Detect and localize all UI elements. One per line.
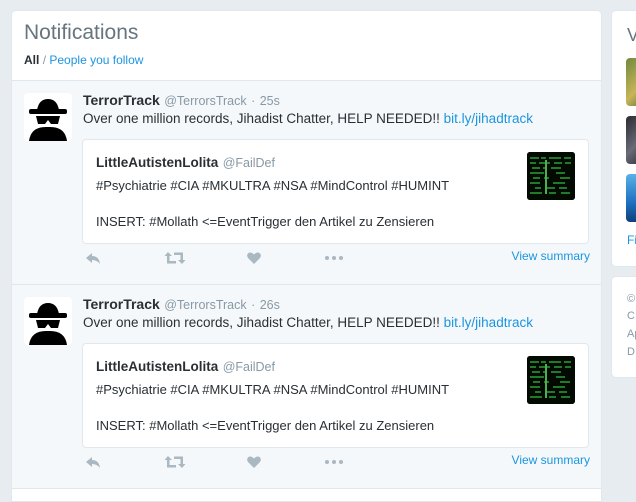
footer-text: © [627, 293, 636, 305]
author-handle[interactable]: @TerrorsTrack [164, 298, 246, 312]
tweet-text-body: Over one million records, Jihadist Chatt… [83, 111, 440, 126]
tweet-actions: View summary [84, 249, 590, 272]
quoted-tweet-header: LittleAutistenLolita @FailDef [96, 154, 275, 172]
sidebar-footer: © C Ap D [611, 276, 636, 378]
sidebar-thumbnail[interactable] [626, 174, 636, 222]
quoted-hashtags: #Psychiatrie #CIA #MKULTRA #NSA #MindCon… [96, 382, 450, 397]
quoted-media-thumbnail[interactable] [527, 356, 575, 404]
sidebar-module-title: V [627, 25, 636, 46]
quoted-media-thumbnail[interactable] [527, 152, 575, 200]
quoted-author-handle: @FailDef [222, 156, 275, 170]
quoted-insert-text: INSERT: #Mollath <=EventTrigger den Arti… [96, 418, 435, 433]
quoted-author-name: LittleAutistenLolita [96, 155, 219, 170]
more-icon[interactable] [324, 250, 344, 266]
author-name[interactable]: TerrorTrack [83, 296, 160, 312]
tweet-timestamp[interactable]: 25s [260, 94, 280, 108]
right-sidebar-module: V Fi [611, 10, 636, 267]
quoted-insert-text: INSERT: #Mollath <=EventTrigger den Arti… [96, 214, 435, 229]
reply-icon[interactable] [84, 454, 102, 470]
filter-all[interactable]: All [24, 53, 39, 67]
tweet-item[interactable]: TerrorTrack @TerrorsTrack · 25s Over one… [12, 81, 601, 285]
footer-text[interactable]: Ap [627, 328, 636, 340]
page-title: Notifications [24, 21, 139, 44]
notifications-header: Notifications All / People you follow [12, 11, 601, 81]
heart-icon[interactable] [246, 250, 262, 266]
avatar[interactable] [24, 297, 72, 345]
quoted-author-handle: @FailDef [222, 360, 275, 374]
tweet-text: Over one million records, Jihadist Chatt… [83, 111, 533, 126]
filter-people-you-follow[interactable]: People you follow [49, 53, 143, 67]
separator-dot: · [251, 298, 256, 312]
view-summary-link[interactable]: View summary [512, 453, 590, 467]
view-summary-link[interactable]: View summary [512, 249, 590, 263]
notification-filters: All / People you follow [24, 53, 143, 67]
quoted-tweet[interactable]: LittleAutistenLolita @FailDef #Psychiatr… [82, 343, 589, 448]
sidebar-thumbnail[interactable] [626, 116, 636, 164]
more-icon[interactable] [324, 454, 344, 470]
quoted-tweet[interactable]: LittleAutistenLolita @FailDef #Psychiatr… [82, 139, 589, 244]
filter-separator: / [42, 53, 47, 67]
footer-text[interactable]: C [627, 310, 635, 322]
quoted-author-name: LittleAutistenLolita [96, 359, 219, 374]
retweet-icon[interactable] [164, 250, 186, 266]
heart-icon[interactable] [246, 454, 262, 470]
sidebar-thumbnail[interactable] [626, 58, 636, 106]
author-name[interactable]: TerrorTrack [83, 92, 160, 108]
tweet-link[interactable]: bit.ly/jihadtrack [444, 315, 533, 330]
tweet-header: TerrorTrack @TerrorsTrack · 26s [83, 296, 280, 314]
avatar[interactable] [24, 93, 72, 141]
tweet-link[interactable]: bit.ly/jihadtrack [444, 111, 533, 126]
tweet-timestamp[interactable]: 26s [260, 298, 280, 312]
quoted-tweet-header: LittleAutistenLolita @FailDef [96, 358, 275, 376]
reply-icon[interactable] [84, 250, 102, 266]
footer-text[interactable]: D [627, 346, 635, 358]
tweet-text: Over one million records, Jihadist Chatt… [83, 315, 533, 330]
tweet-actions: View summary [84, 453, 590, 476]
tweet-text-body: Over one million records, Jihadist Chatt… [83, 315, 440, 330]
tweet-item[interactable]: TerrorTrack @TerrorsTrack · 26s Over one… [12, 285, 601, 489]
author-handle[interactable]: @TerrorsTrack [164, 94, 246, 108]
retweet-icon[interactable] [164, 454, 186, 470]
sidebar-link[interactable]: Fi [627, 233, 636, 247]
quoted-hashtags: #Psychiatrie #CIA #MKULTRA #NSA #MindCon… [96, 178, 450, 193]
separator-dot: · [251, 94, 256, 108]
notifications-panel: Notifications All / People you follow Te… [11, 10, 602, 502]
tweet-header: TerrorTrack @TerrorsTrack · 25s [83, 92, 280, 110]
